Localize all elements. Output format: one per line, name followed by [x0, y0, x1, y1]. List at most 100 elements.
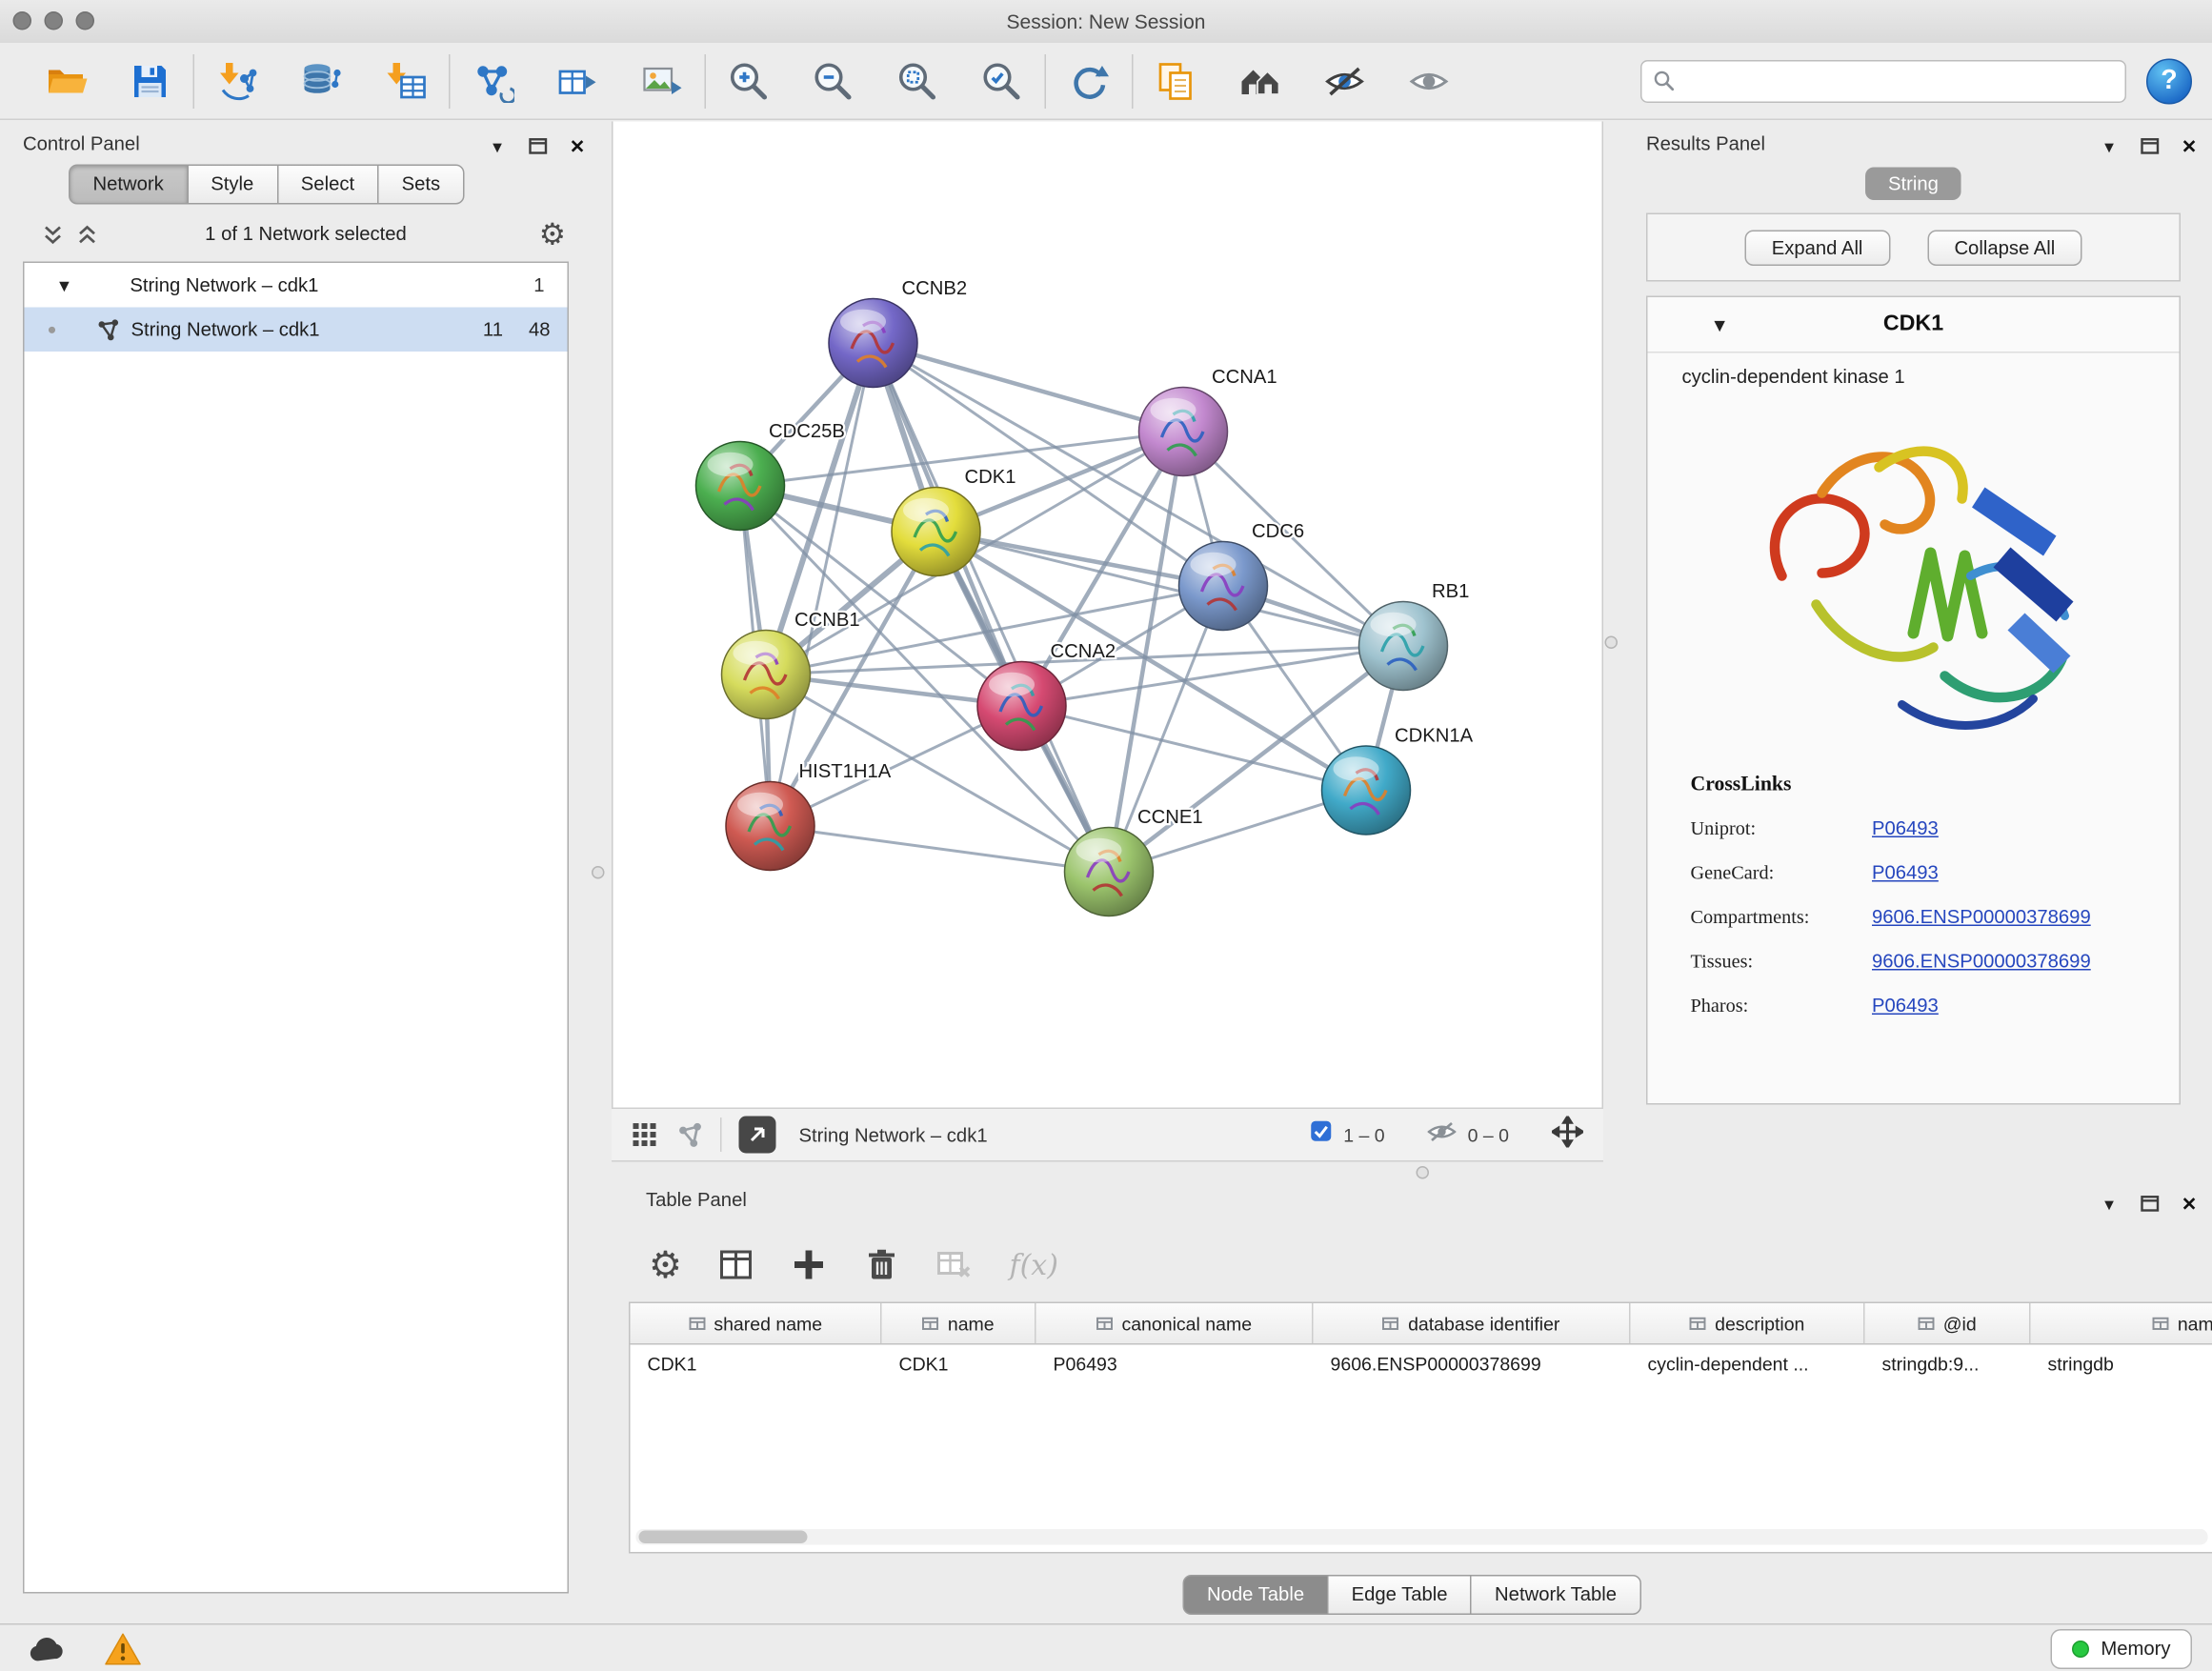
network-edge[interactable]: [771, 826, 1110, 872]
table-cell[interactable]: CDK1: [882, 1345, 1036, 1385]
panel-float-button[interactable]: [526, 134, 549, 157]
network-node-cdc6[interactable]: [1179, 542, 1268, 631]
network-node-ccna2[interactable]: [977, 662, 1066, 751]
delete-column-button[interactable]: [863, 1246, 900, 1283]
search-box[interactable]: [1640, 59, 2126, 102]
network-edge[interactable]: [771, 343, 874, 826]
import-network-from-file-button[interactable]: [209, 50, 266, 112]
column-header-description[interactable]: description: [1631, 1303, 1865, 1343]
save-session-button[interactable]: [122, 50, 179, 112]
table-cell[interactable]: cyclin-dependent ...: [1631, 1345, 1865, 1385]
tab-edge-table[interactable]: Edge Table: [1327, 1575, 1472, 1615]
table-cell[interactable]: CDK1: [631, 1345, 882, 1385]
crosslink-value-link[interactable]: P06493: [1872, 983, 2180, 1028]
show-hidden-button[interactable]: [1400, 50, 1458, 112]
show-columns-button[interactable]: [717, 1246, 754, 1283]
network-canvas[interactable]: CCNB2CCNA1CDC25BCDK1CDC6RB1CCNB1CCNA2CDK…: [612, 122, 1603, 1108]
network-node-ccna1[interactable]: [1139, 388, 1228, 476]
horizontal-scrollbar[interactable]: [636, 1529, 2208, 1545]
hide-selected-button[interactable]: [1317, 50, 1374, 112]
copy-button[interactable]: [1148, 50, 1205, 112]
network-edge[interactable]: [874, 343, 1184, 432]
network-node-ccnb1[interactable]: [722, 631, 811, 719]
panel-resize-handle[interactable]: [1417, 1166, 1430, 1179]
table-cell[interactable]: stringdb: [2031, 1345, 2212, 1385]
disclosure-triangle-icon[interactable]: ▼: [1711, 315, 1729, 334]
disclosure-triangle-icon[interactable]: ▼: [56, 275, 73, 295]
column-header-@id[interactable]: @id: [1865, 1303, 2031, 1343]
column-header-canonical-name[interactable]: canonical name: [1036, 1303, 1314, 1343]
table-cell[interactable]: P06493: [1036, 1345, 1314, 1385]
protein-card-header[interactable]: ▼ CDK1: [1648, 297, 2180, 353]
panel-resize-handle[interactable]: [592, 866, 605, 879]
network-edge[interactable]: [874, 343, 1110, 872]
apply-layout-button[interactable]: [1060, 50, 1117, 112]
crosslink-value-link[interactable]: 9606.ENSP00000378699: [1872, 939, 2180, 984]
birds-eye-view-button[interactable]: [739, 1117, 776, 1154]
network-node-ccnb2[interactable]: [829, 299, 917, 388]
tab-string[interactable]: String: [1865, 168, 1961, 201]
network-node-ccne1[interactable]: [1065, 828, 1154, 916]
column-header-name[interactable]: name: [882, 1303, 1036, 1343]
selected-checkbox-icon[interactable]: [1311, 1120, 1333, 1149]
crosslink-value-link[interactable]: P06493: [1872, 851, 2180, 896]
create-column-button[interactable]: [791, 1246, 828, 1283]
zoom-selected-button[interactable]: [974, 50, 1031, 112]
table-cell[interactable]: 9606.ENSP00000378699: [1314, 1345, 1631, 1385]
crosslink-value-link[interactable]: P06493: [1872, 806, 2180, 851]
column-header-database-identifier[interactable]: database identifier: [1314, 1303, 1631, 1343]
tab-sets[interactable]: Sets: [377, 165, 465, 205]
table-row[interactable]: CDK1CDK1P064939606.ENSP00000378699cyclin…: [631, 1345, 2212, 1385]
column-header-shared-name[interactable]: shared name: [631, 1303, 882, 1343]
zoom-in-button[interactable]: [720, 50, 777, 112]
crosslink-value-link[interactable]: 9606.ENSP00000378699: [1872, 895, 2180, 939]
tab-node-table[interactable]: Node Table: [1182, 1575, 1328, 1615]
network-node-cdk1[interactable]: [892, 488, 980, 576]
zoom-out-button[interactable]: [805, 50, 862, 112]
hidden-eye-slash-icon[interactable]: [1428, 1119, 1457, 1150]
network-options-gear-icon[interactable]: ⚙: [539, 217, 566, 254]
panel-menu-button[interactable]: ▾: [2098, 1192, 2121, 1215]
zoom-fit-button[interactable]: [889, 50, 946, 112]
network-collection-row[interactable]: ▼ String Network – cdk1 1: [25, 263, 568, 308]
tab-network[interactable]: Network: [69, 165, 188, 205]
export-table-button[interactable]: [549, 50, 606, 112]
grid-view-button[interactable]: [632, 1122, 657, 1148]
network-node-rb1[interactable]: [1359, 602, 1448, 691]
new-network-button[interactable]: [465, 50, 522, 112]
scrollbar-thumb[interactable]: [639, 1531, 808, 1544]
pan-move-button[interactable]: [1552, 1116, 1583, 1155]
import-table-from-file-button[interactable]: [377, 50, 434, 112]
network-node-hist1h1a[interactable]: [726, 782, 814, 871]
network-node-cdkn1a[interactable]: [1322, 746, 1411, 835]
memory-button[interactable]: Memory: [2051, 1628, 2192, 1668]
show-all-networks-button[interactable]: [1232, 50, 1289, 112]
panel-resize-handle[interactable]: [1605, 636, 1619, 650]
panel-float-button[interactable]: [2138, 134, 2161, 157]
table-options-gear-button[interactable]: ⚙: [649, 1246, 682, 1283]
panel-close-button[interactable]: ✕: [2178, 1192, 2201, 1215]
import-network-from-database-button[interactable]: [293, 50, 351, 112]
column-label: name: [948, 1313, 995, 1335]
help-button[interactable]: ?: [2146, 58, 2192, 104]
network-share-view-button[interactable]: [677, 1122, 703, 1148]
cloud-sync-button[interactable]: [20, 1630, 71, 1667]
collapse-all-button[interactable]: Collapse All: [1927, 230, 2082, 266]
export-image-button[interactable]: [633, 50, 691, 112]
panel-menu-button[interactable]: ▾: [486, 134, 509, 157]
tab-select[interactable]: Select: [276, 165, 378, 205]
open-session-button[interactable]: [37, 50, 94, 112]
expand-all-button[interactable]: Expand All: [1744, 230, 1890, 266]
panel-float-button[interactable]: [2138, 1192, 2161, 1215]
search-input[interactable]: [1683, 69, 2114, 93]
table-cell[interactable]: stringdb:9...: [1865, 1345, 2031, 1385]
network-node-cdc25b[interactable]: [696, 442, 785, 531]
panel-close-button[interactable]: ✕: [2178, 134, 2201, 157]
column-header-namespace[interactable]: namespace: [2031, 1303, 2212, 1343]
network-row-selected[interactable]: ● String Network – cdk1 11 48: [25, 308, 568, 352]
tab-style[interactable]: Style: [187, 165, 278, 205]
tab-network-table[interactable]: Network Table: [1471, 1575, 1641, 1615]
warnings-button[interactable]: [97, 1630, 149, 1667]
panel-close-button[interactable]: ✕: [566, 134, 589, 157]
panel-menu-button[interactable]: ▾: [2098, 134, 2121, 157]
